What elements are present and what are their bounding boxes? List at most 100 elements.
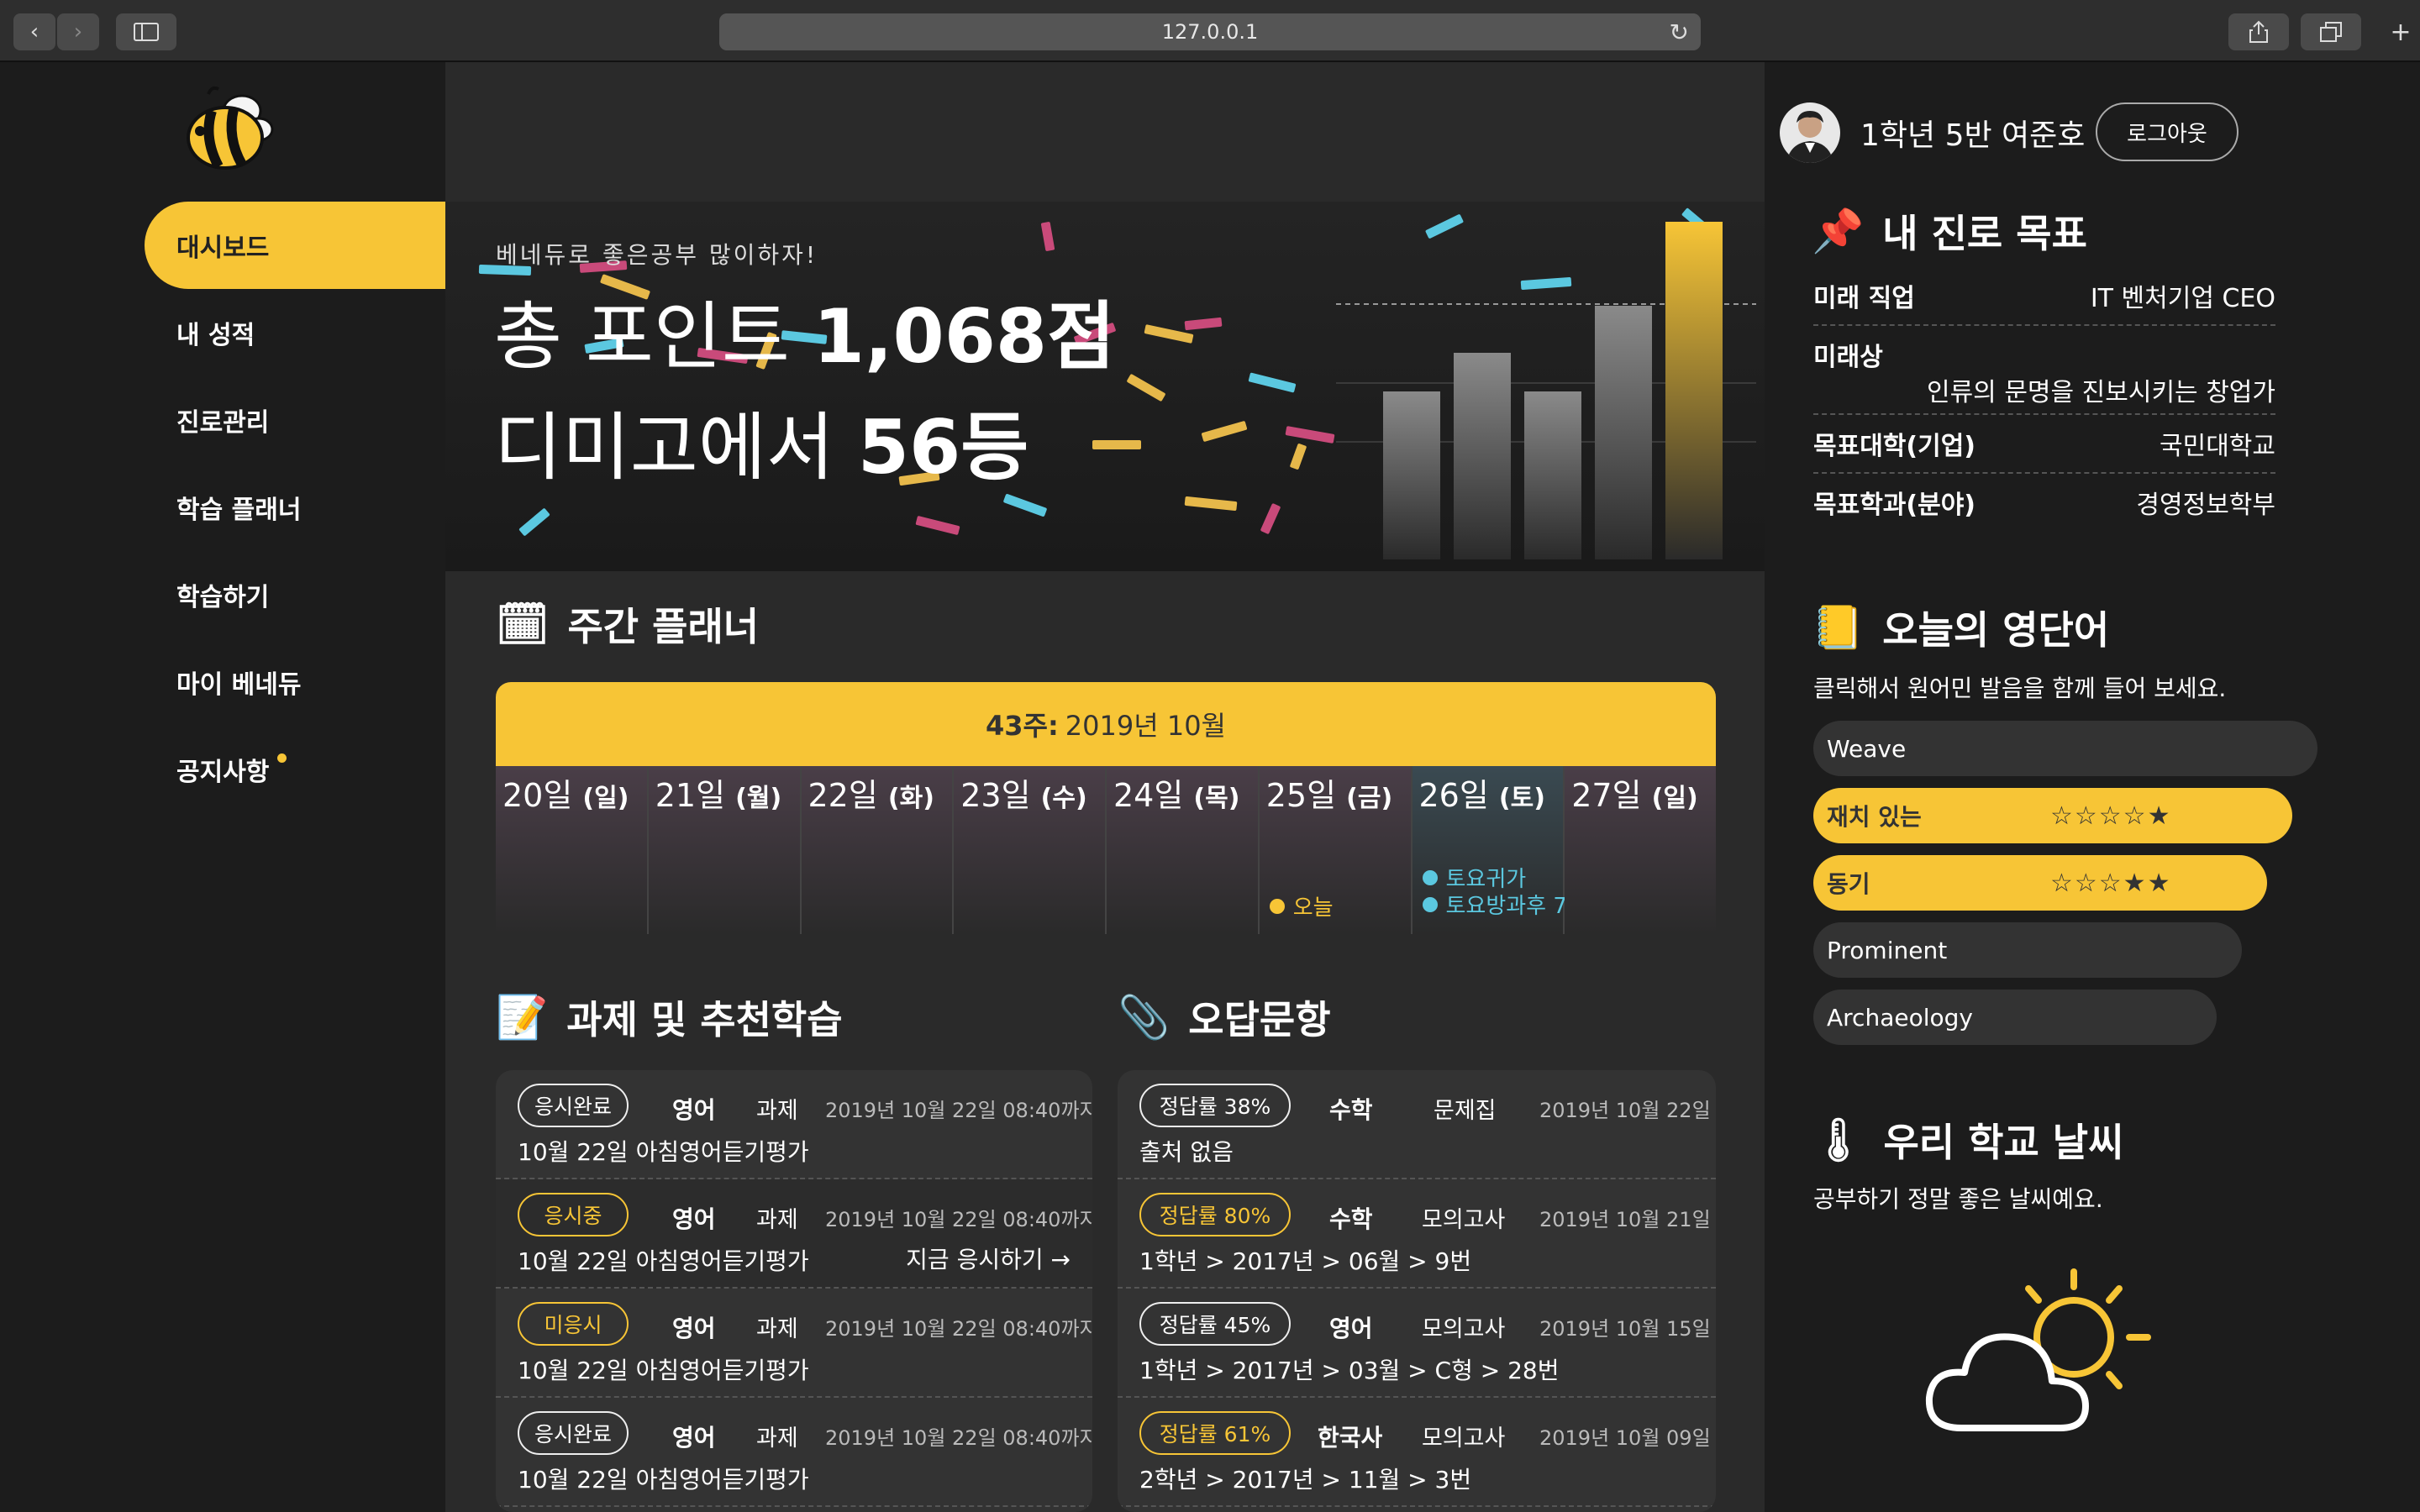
vocab-word-text: 재치 있는 bbox=[1827, 803, 1922, 831]
main-content: 베네듀로 좋은공부 많이하자! 총 포인트 1,068점 디미고에서 56등 🗓… bbox=[445, 62, 1765, 1512]
vocab-word-text: 동기 bbox=[1827, 870, 1870, 898]
reload-icon[interactable]: ↻ bbox=[1670, 18, 1689, 46]
status-badge: 응시중 bbox=[518, 1193, 629, 1236]
wrong-subject: 수학 bbox=[1329, 1096, 1373, 1124]
wrong-row[interactable]: 정답률 45% 영어 모의고사 2019년 10월 15일 1학년 > 2017… bbox=[1118, 1289, 1716, 1398]
task-row[interactable]: 응시중 영어 과제 2019년 10월 22일 08:40까지 10월 22일 … bbox=[496, 1179, 1092, 1289]
day-date: 26일 bbox=[1418, 777, 1489, 814]
vocab-word[interactable]: 동기 ☆☆☆★★ bbox=[1813, 855, 2267, 911]
wrong-row[interactable]: 정답률 80% 수학 모의고사 2019년 10월 21일 1학년 > 2017… bbox=[1118, 1179, 1716, 1289]
task-row[interactable]: 응시완료 영어 과제 2019년 10월 22일 08:40까지 10월 22일… bbox=[496, 1070, 1092, 1179]
task-row[interactable]: 미응시 영어 과제 2019년 10월 22일 08:40까지 10월 22일 … bbox=[496, 1289, 1092, 1398]
event-item[interactable]: 토요방과후 7 bbox=[1422, 889, 1567, 920]
wrong-type: 모의고사 bbox=[1422, 1316, 1506, 1342]
wrong-type: 모의고사 bbox=[1422, 1425, 1506, 1452]
day-cell[interactable]: 20일 (일) bbox=[496, 766, 649, 934]
sidebar-toggle-button[interactable] bbox=[116, 13, 176, 50]
total-points: 총 포인트 1,068점 bbox=[494, 277, 1115, 384]
nav-dashboard[interactable]: 대시보드 bbox=[145, 202, 445, 289]
school-rank-label: 디미고에서 bbox=[494, 404, 858, 491]
bar bbox=[1595, 306, 1652, 559]
bee-logo[interactable] bbox=[178, 86, 279, 178]
day-of-week: (수) bbox=[1040, 784, 1087, 813]
address-bar[interactable]: 127.0.0.1 ↻ bbox=[719, 13, 1701, 50]
logout-button[interactable]: 로그아웃 bbox=[2096, 102, 2238, 161]
wrong-date: 2019년 10월 22일 bbox=[1539, 1099, 1711, 1122]
vocab-word-text: Prominent bbox=[1827, 936, 1948, 964]
points-bar-graphic bbox=[1336, 222, 1756, 559]
wrong-row[interactable]: 정답률 61% 한국사 모의고사 2019년 10월 09일 2학년 > 201… bbox=[1118, 1398, 1716, 1507]
sidebar: 대시보드 내 성적 진로관리 학습 플래너 학습하기 마이 베네듀 공지사항 bbox=[0, 62, 445, 1512]
confetti bbox=[1201, 420, 1248, 443]
day-cell[interactable]: 26일 (토) 토요귀가 토요방과후 7 bbox=[1412, 766, 1567, 934]
nav-my-benedu[interactable]: 마이 베네듀 bbox=[145, 638, 445, 726]
nav-notice[interactable]: 공지사항 bbox=[145, 726, 445, 813]
nav-planner[interactable]: 학습 플래너 bbox=[145, 464, 445, 551]
wrong-date: 2019년 10월 15일 bbox=[1539, 1317, 1711, 1341]
share-icon bbox=[2249, 20, 2268, 43]
day-of-week: (토) bbox=[1498, 784, 1545, 813]
vocab-word[interactable]: 재치 있는 ☆☆☆☆★ bbox=[1813, 788, 2292, 843]
bar bbox=[1383, 391, 1440, 559]
task-row[interactable]: 응시완료 영어 과제 2019년 10월 22일 08:40까지 10월 22일… bbox=[496, 1398, 1092, 1507]
wrong-row[interactable]: 정답률 38% 수학 문제집 2019년 10월 22일 출처 없음 bbox=[1118, 1070, 1716, 1179]
wrong-title: 오답문항 bbox=[1188, 997, 1331, 1042]
vocab-word[interactable]: Prominent bbox=[1813, 922, 2242, 978]
nav-grades[interactable]: 내 성적 bbox=[145, 289, 445, 376]
career-value: 경영정보학부 bbox=[2136, 491, 2275, 520]
task-name: 10월 22일 아침영어듣기평가 bbox=[518, 1138, 809, 1166]
bar bbox=[1524, 391, 1581, 559]
avatar[interactable] bbox=[1780, 102, 1840, 163]
task-type: 과제 bbox=[756, 1098, 798, 1124]
tabs-button[interactable] bbox=[2301, 13, 2361, 50]
share-button[interactable] bbox=[2228, 13, 2289, 50]
task-deadline: 2019년 10월 22일 08:40까지 bbox=[825, 1426, 1092, 1450]
day-cell[interactable]: 23일 (수) bbox=[954, 766, 1107, 934]
difficulty-stars: ☆☆☆☆★ bbox=[2050, 801, 2172, 831]
confetti bbox=[1289, 443, 1307, 470]
blue-dot-icon bbox=[1422, 896, 1438, 912]
back-button[interactable]: ‹ bbox=[13, 13, 55, 50]
day-date: 21일 bbox=[655, 777, 726, 814]
nav-career[interactable]: 진로관리 bbox=[145, 376, 445, 464]
confetti bbox=[518, 507, 550, 537]
vocab-word[interactable]: Weave bbox=[1813, 721, 2317, 776]
status-badge: 미응시 bbox=[518, 1302, 629, 1346]
career-heading: 📌 내 진로 목표 bbox=[1812, 203, 2087, 259]
task-subject: 영어 bbox=[672, 1096, 716, 1124]
day-cell[interactable]: 24일 (목) bbox=[1107, 766, 1260, 934]
confetti bbox=[1184, 317, 1223, 331]
career-row: 미래상 인류의 문명을 진보시키는 창업가 bbox=[1813, 336, 2275, 415]
task-type: 과제 bbox=[756, 1316, 798, 1342]
status-badge: 응시완료 bbox=[518, 1084, 629, 1127]
day-label: 27일 (일) bbox=[1571, 769, 1697, 816]
new-tab-button[interactable]: + bbox=[2381, 13, 2420, 50]
day-cell[interactable]: 21일 (월) bbox=[648, 766, 802, 934]
career-row: 목표학과(분야) 경영정보학부 bbox=[1813, 484, 2275, 533]
day-label: 22일 (화) bbox=[808, 769, 934, 816]
day-cell[interactable]: 27일 (일) bbox=[1565, 766, 1716, 934]
forward-button[interactable]: › bbox=[57, 13, 99, 50]
task-name: 10월 22일 아침영어듣기평가 bbox=[518, 1466, 809, 1494]
day-of-week: (월) bbox=[735, 784, 782, 813]
nav-study-label: 학습하기 bbox=[176, 583, 270, 612]
day-label: 20일 (일) bbox=[502, 769, 629, 816]
nav-study[interactable]: 학습하기 bbox=[145, 551, 445, 638]
vocab-word-text: Weave bbox=[1827, 734, 1907, 763]
accuracy-badge: 정답률 38% bbox=[1139, 1084, 1291, 1127]
planner-heading: 🗓 주간 플래너 bbox=[496, 596, 759, 652]
confetti bbox=[1002, 493, 1048, 517]
week-days: 20일 (일) 21일 (월) 22일 (화) 23일 (수) 24일 (목) … bbox=[496, 766, 1716, 934]
start-test-link[interactable]: 지금 응시하기 → bbox=[906, 1242, 1071, 1275]
yellow-dot-icon bbox=[1269, 898, 1285, 914]
nav-career-label: 진로관리 bbox=[176, 408, 270, 438]
arrow-right-icon: → bbox=[1050, 1246, 1071, 1273]
career-row: 목표대학(기업) 국민대학교 bbox=[1813, 425, 2275, 474]
nav-dashboard-label: 대시보드 bbox=[176, 234, 270, 263]
day-label: 21일 (월) bbox=[655, 769, 781, 816]
day-cell[interactable]: 22일 (화) bbox=[801, 766, 955, 934]
day-cell-today[interactable]: 25일 (금) 오늘 bbox=[1259, 766, 1413, 934]
vocab-word[interactable]: Archaeology bbox=[1813, 990, 2217, 1045]
career-value: 국민대학교 bbox=[2160, 432, 2275, 461]
task-name: 10월 22일 아침영어듣기평가 bbox=[518, 1247, 809, 1275]
